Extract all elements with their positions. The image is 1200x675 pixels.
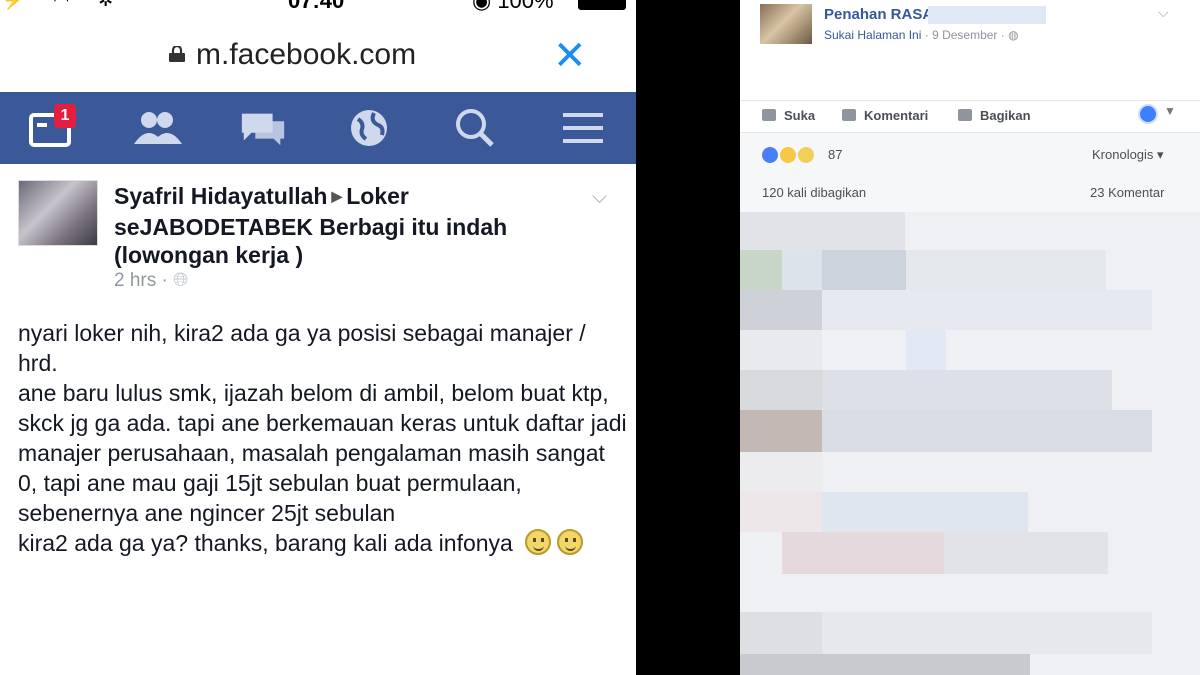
signal-wifi-icons: ⚡ ◠ ✲: [2, 0, 126, 10]
comment-label: Komentari: [864, 108, 929, 123]
facebook-navbar: [0, 92, 636, 164]
friends-icon[interactable]: [132, 104, 182, 152]
blur-block: [740, 492, 822, 532]
post-card: Syafril Hidayatullah ▶ Loker seJABODETABEK…: [0, 164, 636, 675]
messages-icon[interactable]: [238, 104, 288, 152]
search-icon[interactable]: [450, 104, 500, 152]
page-avatar[interactable]: [760, 4, 812, 44]
pixelated-comments: [740, 212, 1200, 675]
post-header: Syafril Hidayatullah ▶ Loker seJABODETABEK…: [114, 182, 574, 269]
post-body: nyari loker nih, kira2 ada ga ya posisi …: [18, 318, 628, 558]
status-time: 07:40: [288, 0, 345, 13]
share-button[interactable]: Bagikan: [958, 108, 1031, 123]
blur-block: [822, 370, 1112, 410]
censored-name-blur: [928, 6, 1046, 24]
page-post-header: Penahan RASA Sukai Halaman Ini · 9 Desem…: [740, 0, 1200, 100]
url-bar[interactable]: m.facebook.com ✕: [0, 28, 636, 90]
post-meta: 2 hrs · 🌐︎: [114, 270, 189, 291]
blur-block: [822, 290, 1152, 330]
close-icon[interactable]: ✕: [553, 34, 587, 78]
blur-block: [740, 212, 905, 252]
sad-reaction-icon[interactable]: [798, 147, 814, 163]
lock-icon: [169, 46, 185, 62]
blur-block: [740, 370, 822, 410]
globe-icon: ◍: [1008, 28, 1019, 42]
audience-icon[interactable]: [1138, 104, 1158, 124]
blur-block: [906, 330, 946, 370]
comment-button[interactable]: Komentari: [842, 108, 928, 123]
blur-block: [740, 452, 822, 492]
sort-label: Kronologis: [1092, 147, 1154, 162]
thumbs-up-icon: [762, 109, 776, 121]
status-bar: ⚡ ◠ ✲ 07:40 ◉ 100%: [0, 0, 636, 14]
blur-block: [740, 290, 822, 330]
desktop-screenshot: Penahan RASA Sukai Halaman Ini · 9 Desem…: [740, 0, 1200, 675]
share-icon: [958, 109, 972, 121]
blur-block: [822, 250, 906, 290]
share-count[interactable]: 120 kali dibagikan: [762, 185, 866, 200]
blur-block: [740, 654, 1030, 675]
blur-block: [782, 250, 822, 290]
reaction-count[interactable]: 87: [828, 147, 842, 162]
caret-down-icon[interactable]: ▼: [1164, 104, 1176, 118]
chevron-down-icon[interactable]: ⌵: [1158, 4, 1169, 21]
haha-reaction-icon[interactable]: [780, 147, 796, 163]
page-name[interactable]: Penahan RASA: [824, 6, 933, 23]
mobile-screenshot: ⚡ ◠ ✲ 07:40 ◉ 100% m.facebook.com ✕ 1 Sy…: [0, 0, 636, 675]
post-actions: Suka Komentari Bagikan: [740, 100, 1200, 130]
blur-block: [822, 410, 1152, 452]
blur-block: [822, 492, 1028, 532]
post-date[interactable]: 9 Desember: [932, 28, 997, 42]
post-text: nyari loker nih, kira2 ada ga ya posisi …: [18, 320, 627, 556]
like-reaction-icon[interactable]: [762, 147, 778, 163]
like-button[interactable]: Suka: [762, 108, 815, 123]
smiley-icon: [557, 529, 584, 555]
sort-dropdown[interactable]: Kronologis ▾: [1092, 147, 1164, 163]
blur-block: [740, 330, 822, 370]
battery-icon: [578, 0, 626, 10]
privacy-globe-icon: 🌐︎: [173, 270, 189, 291]
url-text[interactable]: m.facebook.com: [196, 38, 416, 72]
reactions-bar: 87 Kronologis ▾ 120 kali dibagikan 23 Ko…: [740, 132, 1200, 212]
blur-block: [906, 250, 1106, 290]
globe-icon[interactable]: [344, 104, 394, 152]
comment-icon: [842, 109, 856, 121]
notification-badge: 1: [54, 104, 76, 128]
comment-count[interactable]: 23 Komentar: [1090, 185, 1164, 200]
blur-block: [740, 250, 782, 290]
battery-percent: 100%: [497, 0, 554, 13]
blur-block: [782, 532, 944, 574]
page-meta: Sukai Halaman Ini · 9 Desember · ◍: [824, 28, 1019, 42]
arrow-right-icon: ▶: [331, 188, 343, 204]
menu-icon[interactable]: [558, 104, 608, 152]
blur-block: [822, 612, 1152, 654]
status-battery-text: ◉ 100%: [472, 0, 554, 14]
chevron-down-icon[interactable]: ⌵: [592, 186, 607, 209]
blur-block: [740, 410, 822, 452]
avatar[interactable]: [18, 180, 98, 246]
like-page-link[interactable]: Sukai Halaman Ini: [824, 28, 921, 42]
blur-block: [944, 532, 1108, 574]
author-name[interactable]: Syafril Hidayatullah: [114, 183, 327, 209]
screenshot-collage: ⚡ ◠ ✲ 07:40 ◉ 100% m.facebook.com ✕ 1 Sy…: [0, 0, 1200, 675]
post-time[interactable]: 2 hrs: [114, 270, 156, 291]
blur-block: [740, 612, 822, 654]
like-label: Suka: [784, 108, 816, 123]
share-label: Bagikan: [980, 108, 1031, 123]
smiley-icon: [525, 529, 552, 555]
